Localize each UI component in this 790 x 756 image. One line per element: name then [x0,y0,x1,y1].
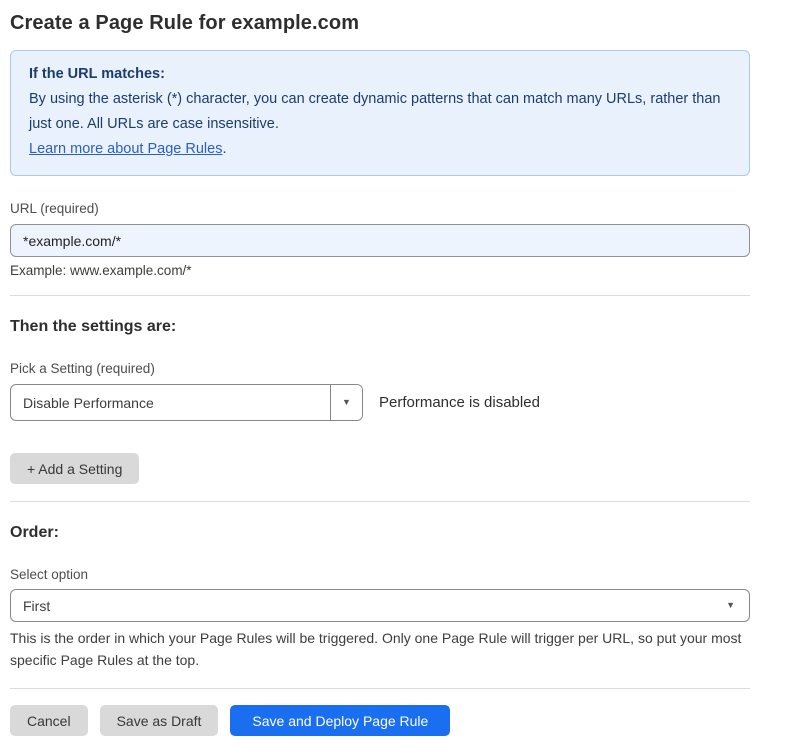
setting-select-value: Disable Performance [11,385,330,420]
settings-section-heading: Then the settings are: [10,318,750,336]
divider [10,501,750,502]
url-input[interactable] [10,224,750,257]
order-select-value: First [23,598,50,614]
chevron-down-icon: ▼ [726,601,735,610]
order-help-text: This is the order in which your Page Rul… [10,627,750,671]
dropdown-arrow-icon: ▼ [342,398,351,407]
setting-select[interactable]: Disable Performance ▼ [10,384,363,421]
setting-row: Disable Performance ▼ Performance is dis… [10,384,750,421]
callout-link-line: Learn more about Page Rules. [29,137,731,162]
divider [10,688,750,689]
footer-actions: Cancel Save as Draft Save and Deploy Pag… [10,705,750,736]
create-page-rule-panel: Create a Page Rule for example.com If th… [0,0,780,756]
callout-link-suffix: . [222,141,226,157]
order-select-label: Select option [10,567,750,582]
order-section-heading: Order: [10,524,750,542]
save-as-draft-button[interactable]: Save as Draft [100,705,219,736]
url-matches-callout: If the URL matches: By using the asteris… [10,50,750,176]
callout-heading: If the URL matches: [29,62,731,87]
url-example-hint: Example: www.example.com/* [10,263,750,278]
save-and-deploy-button[interactable]: Save and Deploy Page Rule [230,705,450,736]
divider [10,295,750,296]
order-select[interactable]: First ▼ [10,589,750,622]
setting-select-arrow-button[interactable]: ▼ [330,385,362,420]
add-setting-button[interactable]: + Add a Setting [10,453,139,484]
learn-more-link[interactable]: Learn more about Page Rules [29,141,222,157]
setting-picker-label: Pick a Setting (required) [10,361,750,376]
callout-body: By using the asterisk (*) character, you… [29,87,731,137]
url-field-label: URL (required) [10,201,750,216]
setting-status-text: Performance is disabled [379,394,540,411]
cancel-button[interactable]: Cancel [10,705,88,736]
page-title: Create a Page Rule for example.com [10,12,750,35]
